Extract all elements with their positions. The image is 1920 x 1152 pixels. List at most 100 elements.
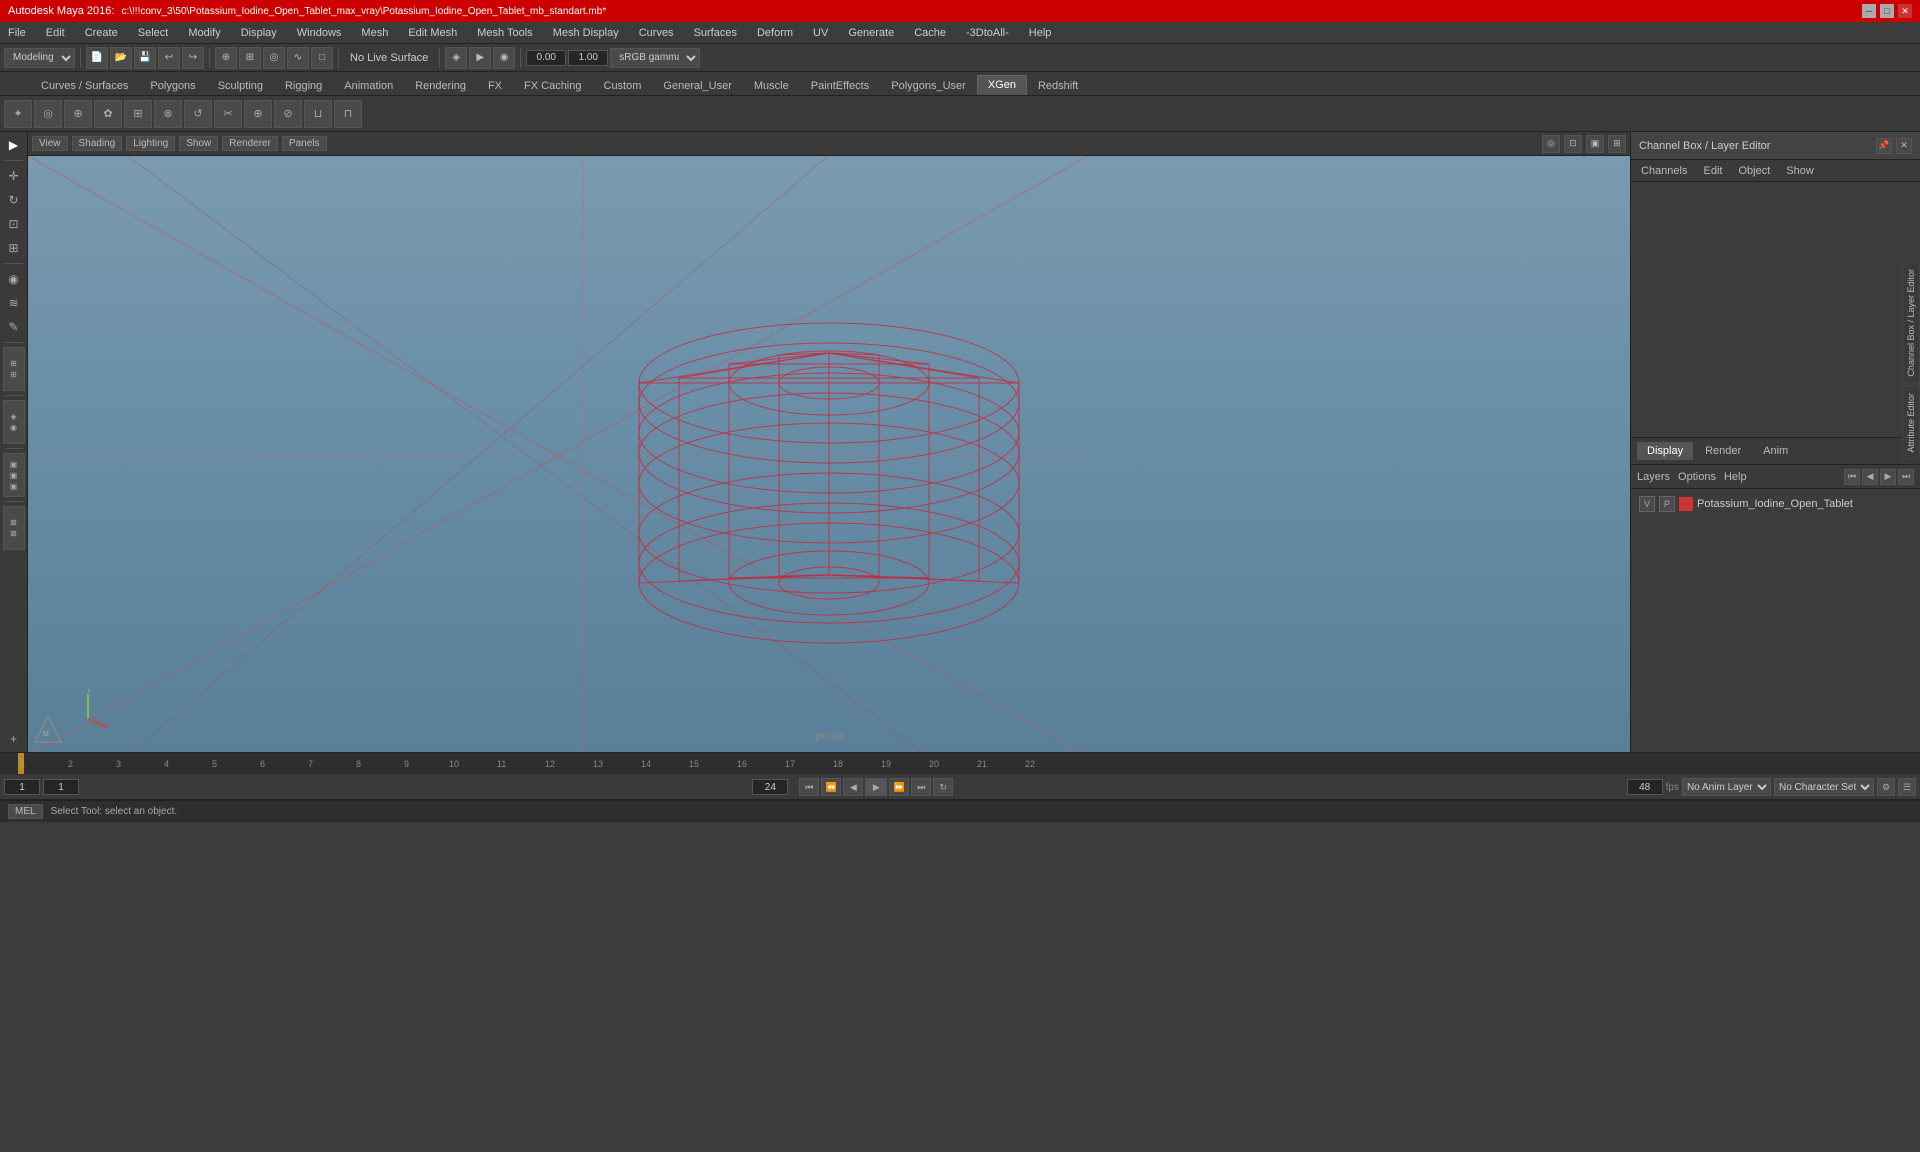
lt-group-1[interactable]: ⊞ ⊞ (3, 347, 25, 391)
fps-input[interactable] (1627, 779, 1663, 795)
channel-box-side-tab[interactable]: Channel Box / Layer Editor (1902, 262, 1920, 384)
snap-surface-btn[interactable]: □ (311, 47, 333, 69)
shelf-tab-generaluser[interactable]: General_User (652, 76, 742, 95)
value1-input[interactable] (526, 50, 566, 66)
shelf-tab-fxcaching[interactable]: FX Caching (513, 76, 592, 95)
menu-meshtools[interactable]: Mesh Tools (473, 25, 536, 41)
colorspace-dropdown[interactable]: sRGB gamma (610, 48, 700, 68)
shelf-icon-12[interactable]: ⊓ (334, 100, 362, 128)
char-set-extra-btn[interactable]: ☰ (1898, 778, 1916, 796)
shelf-tab-fx[interactable]: FX (477, 76, 513, 95)
transform-btn[interactable]: ⊞ (3, 237, 25, 259)
render-btn[interactable]: ▶ (469, 47, 491, 69)
shelf-icon-3[interactable]: ⊕ (64, 100, 92, 128)
help-btn[interactable]: Help (1724, 471, 1747, 483)
shelf-tab-curves-surfaces[interactable]: Curves / Surfaces (30, 76, 139, 95)
save-file-btn[interactable]: 💾 (134, 47, 156, 69)
shelf-icon-1[interactable]: ✦ (4, 100, 32, 128)
close-button[interactable]: ✕ (1898, 4, 1912, 18)
menu-display[interactable]: Display (237, 25, 281, 41)
shelf-tab-rendering[interactable]: Rendering (404, 76, 477, 95)
menu-curves[interactable]: Curves (635, 25, 678, 41)
shelf-tab-sculpting[interactable]: Sculpting (207, 76, 274, 95)
more-btn[interactable]: + (3, 728, 25, 750)
vp-show-btn[interactable]: Show (179, 136, 218, 151)
goto-end-btn[interactable]: ⏭ (911, 778, 931, 796)
menu-uv[interactable]: UV (809, 25, 832, 41)
mode-dropdown[interactable]: Modeling (4, 48, 75, 68)
menu-create[interactable]: Create (81, 25, 122, 41)
menu-3dtoall[interactable]: -3DtoAll- (962, 25, 1013, 41)
cb-tab-object[interactable]: Object (1734, 163, 1774, 179)
move-tool-btn[interactable]: ✛ (3, 165, 25, 187)
layer-nav-next-btn[interactable]: ▶ (1880, 469, 1896, 485)
step-back-btn[interactable]: ⏪ (821, 778, 841, 796)
shelf-icon-5[interactable]: ⊞ (124, 100, 152, 128)
lt-group-4[interactable]: ⊠ ⊠ (3, 506, 25, 550)
disp-tab-display[interactable]: Display (1637, 442, 1693, 460)
maximize-button[interactable]: □ (1880, 4, 1894, 18)
disp-tab-anim[interactable]: Anim (1753, 442, 1798, 460)
char-set-settings-btn[interactable]: ⚙ (1877, 778, 1895, 796)
menu-deform[interactable]: Deform (753, 25, 797, 41)
undo-btn[interactable]: ↩ (158, 47, 180, 69)
vp-view-btn[interactable]: View (32, 136, 68, 151)
current-frame-input[interactable] (43, 779, 79, 795)
shelf-icon-8[interactable]: ✂ (214, 100, 242, 128)
vp-icon-4[interactable]: ⊞ (1608, 135, 1626, 153)
value2-input[interactable] (568, 50, 608, 66)
layer-color-swatch[interactable] (1679, 497, 1693, 511)
right-panel-close-btn[interactable]: ✕ (1896, 138, 1912, 154)
shelf-tab-redshift[interactable]: Redshift (1027, 76, 1089, 95)
disp-tab-render[interactable]: Render (1695, 442, 1751, 460)
play-back-btn[interactable]: ◀ (843, 778, 863, 796)
snap-point-btn[interactable]: ◎ (263, 47, 285, 69)
start-frame-input[interactable] (4, 779, 40, 795)
snap-grid-btn[interactable]: ⊞ (239, 47, 261, 69)
vp-icon-1[interactable]: ◎ (1542, 135, 1560, 153)
end-range-input[interactable] (752, 779, 788, 795)
menu-mesh[interactable]: Mesh (357, 25, 392, 41)
loop-btn[interactable]: ↻ (933, 778, 953, 796)
minimize-button[interactable]: ─ (1862, 4, 1876, 18)
shelf-icon-4[interactable]: ✿ (94, 100, 122, 128)
menu-meshdisplay[interactable]: Mesh Display (549, 25, 623, 41)
render-settings-btn[interactable]: ◈ (445, 47, 467, 69)
layers-btn[interactable]: Layers (1637, 471, 1670, 483)
menu-cache[interactable]: Cache (910, 25, 950, 41)
shelf-tab-polygonsuser[interactable]: Polygons_User (880, 76, 977, 95)
cb-tab-channels[interactable]: Channels (1637, 163, 1691, 179)
menu-modify[interactable]: Modify (184, 25, 224, 41)
vp-panels-btn[interactable]: Panels (282, 136, 327, 151)
shelf-tab-custom[interactable]: Custom (593, 76, 653, 95)
sculpt-btn[interactable]: ≋ (3, 292, 25, 314)
shelf-tab-polygons[interactable]: Polygons (139, 76, 206, 95)
shelf-tab-animation[interactable]: Animation (333, 76, 404, 95)
lt-group-2[interactable]: ◈ ◉ (3, 400, 25, 444)
snap-btn[interactable]: ⊕ (215, 47, 237, 69)
layer-nav-first-btn[interactable]: ⏮ (1844, 469, 1860, 485)
shelf-tab-painteffects[interactable]: PaintEffects (800, 76, 881, 95)
menu-select[interactable]: Select (134, 25, 173, 41)
menu-surfaces[interactable]: Surfaces (690, 25, 741, 41)
options-btn[interactable]: Options (1678, 471, 1716, 483)
char-set-dropdown[interactable]: No Character Set (1774, 778, 1874, 796)
step-fwd-btn[interactable]: ⏩ (889, 778, 909, 796)
vp-icon-3[interactable]: ▣ (1586, 135, 1604, 153)
mel-label[interactable]: MEL (8, 804, 43, 819)
new-file-btn[interactable]: 📄 (86, 47, 108, 69)
menu-editmesh[interactable]: Edit Mesh (404, 25, 461, 41)
vp-renderer-btn[interactable]: Renderer (222, 136, 278, 151)
shelf-icon-2[interactable]: ◎ (34, 100, 62, 128)
menu-help[interactable]: Help (1025, 25, 1056, 41)
shelf-icon-9[interactable]: ⊕ (244, 100, 272, 128)
menu-file[interactable]: File (4, 25, 30, 41)
layer-nav-prev-btn[interactable]: ◀ (1862, 469, 1878, 485)
menu-windows[interactable]: Windows (293, 25, 346, 41)
cb-tab-show[interactable]: Show (1782, 163, 1818, 179)
menu-edit[interactable]: Edit (42, 25, 69, 41)
redo-btn[interactable]: ↪ (182, 47, 204, 69)
shelf-tab-xgen[interactable]: XGen (977, 75, 1027, 95)
anim-layer-dropdown[interactable]: No Anim Layer (1682, 778, 1771, 796)
menu-generate[interactable]: Generate (844, 25, 898, 41)
